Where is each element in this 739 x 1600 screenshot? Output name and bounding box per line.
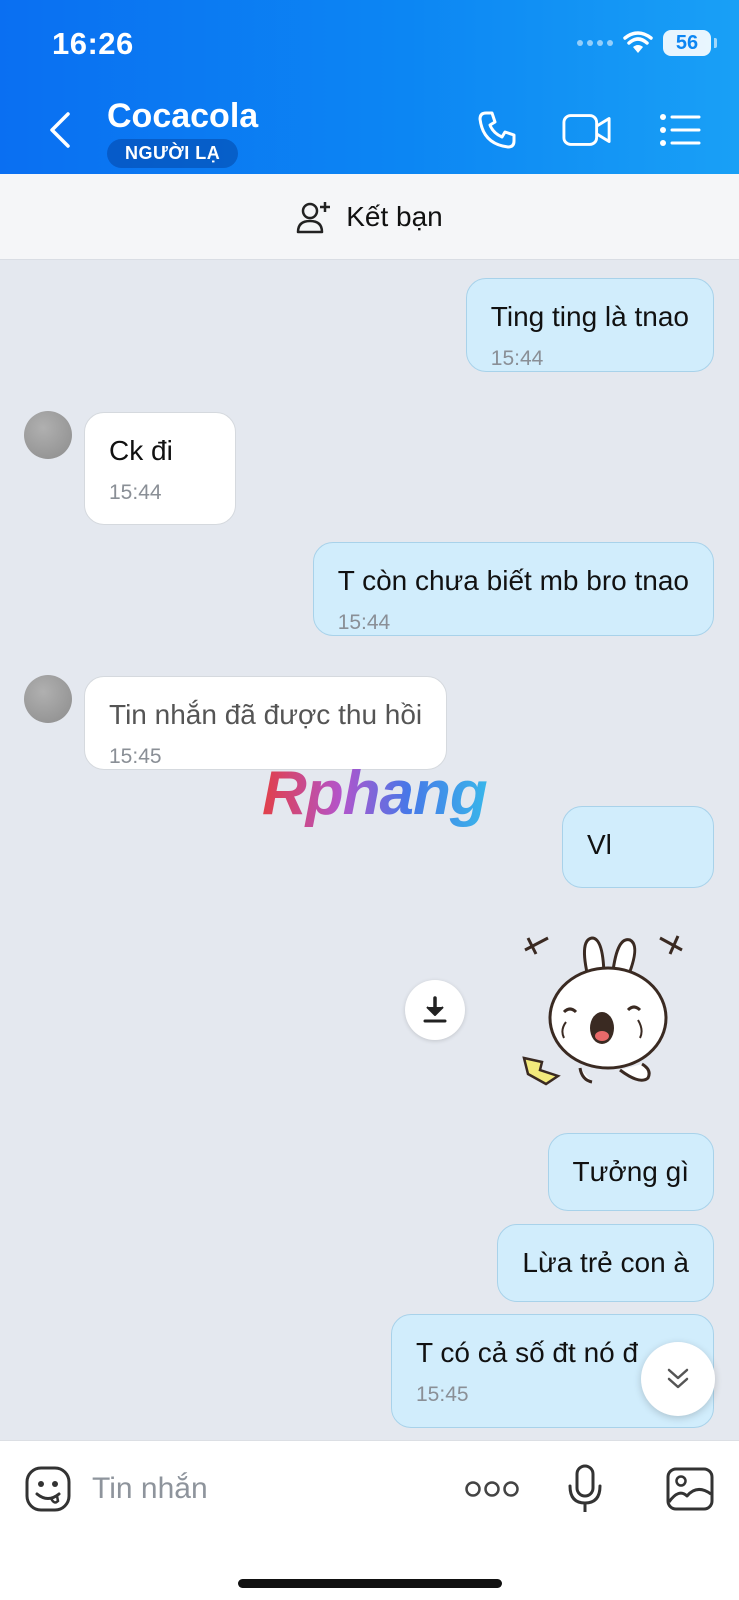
back-button[interactable]: [40, 108, 80, 152]
double-chevron-down-icon: [667, 1368, 689, 1389]
emoji-icon: [25, 1466, 71, 1512]
voice-record-button[interactable]: [557, 1461, 613, 1517]
more-icon: [465, 1481, 519, 1497]
message-text: Tin nhắn đã được thu hồi: [109, 699, 423, 730]
wifi-icon: [623, 31, 653, 53]
message-text: Lừa trẻ con à: [522, 1247, 689, 1278]
cellular-signal-icon: [577, 40, 613, 46]
video-call-button[interactable]: [562, 106, 612, 154]
message-time: 15:44: [337, 611, 391, 634]
status-indicators: 56: [577, 30, 717, 56]
add-friend-bar[interactable]: Kết bạn: [0, 174, 739, 260]
image-icon: [666, 1467, 714, 1511]
send-image-button[interactable]: [662, 1461, 718, 1517]
watermark-logo: Rphang: [262, 759, 488, 828]
message-input[interactable]: [92, 1465, 432, 1513]
message-bubble[interactable]: Vl: [562, 806, 714, 888]
video-call-icon: [562, 114, 611, 146]
message-time: 15:44: [109, 481, 162, 504]
recalled-message-bubble[interactable]: Tin nhắn đã được thu hồi 15:45: [84, 676, 448, 770]
message-bubble[interactable]: Tưởng gì: [547, 1133, 714, 1211]
message-text: T còn chưa biết mb bro tnao: [337, 565, 689, 596]
rabbit-sticker[interactable]: [520, 930, 710, 1110]
battery-indicator: 56: [663, 30, 717, 56]
message-bubble[interactable]: Ck đi 15:44: [84, 412, 236, 525]
phone-icon: [478, 111, 516, 149]
message-bubble[interactable]: T còn chưa biết mb bro tnao 15:44: [312, 542, 714, 636]
more-options-button[interactable]: [462, 1461, 522, 1517]
scroll-to-bottom-button[interactable]: [641, 1342, 715, 1416]
call-button[interactable]: [472, 106, 522, 154]
message-text: Vl: [587, 829, 612, 860]
menu-list-icon: [660, 114, 701, 146]
chat-options-button[interactable]: [655, 106, 705, 154]
download-icon: [423, 996, 447, 1023]
message-time: 15:44: [490, 347, 544, 370]
add-friend-icon: [296, 201, 331, 233]
microphone-icon: [568, 1464, 602, 1512]
avatar[interactable]: [24, 675, 72, 723]
home-indicator: [238, 1579, 502, 1588]
contact-name[interactable]: Cocacola: [107, 97, 258, 136]
message-input-bar: [0, 1440, 739, 1600]
message-text: Tưởng gì: [572, 1156, 689, 1187]
stranger-badge: NGƯỜI LẠ: [107, 139, 239, 168]
emoji-button[interactable]: [20, 1461, 76, 1517]
add-friend-label: Kết bạn: [346, 200, 443, 232]
status-time: 16:26: [52, 26, 134, 61]
chat-header: 16:26 56 Cocacola NGƯỜI LẠ: [0, 0, 739, 174]
message-bubble[interactable]: Ting ting là tnao 15:44: [465, 278, 714, 372]
message-text: Ting ting là tnao: [490, 301, 689, 332]
download-sticker-button[interactable]: [405, 980, 465, 1040]
avatar[interactable]: [24, 411, 72, 459]
back-icon: [50, 112, 70, 148]
message-bubble[interactable]: Lừa trẻ con à: [497, 1224, 714, 1302]
message-text: Ck đi: [109, 435, 173, 466]
